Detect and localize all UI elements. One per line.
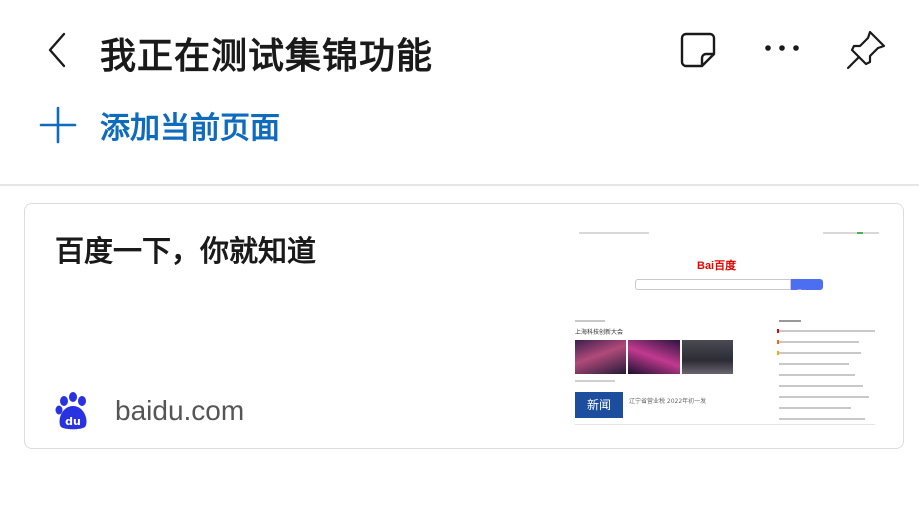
- thumbnail-news-photos: [575, 340, 733, 374]
- add-note-button[interactable]: [676, 28, 720, 72]
- sticky-note-icon: [680, 32, 716, 68]
- collection-title[interactable]: 我正在测试集锦功能: [100, 27, 433, 79]
- thumbnail-news-item: 辽宁省营业税 2022年初一发: [629, 398, 707, 405]
- plus-icon: [39, 106, 77, 144]
- add-current-page-label: 添加当前页面: [100, 111, 280, 146]
- card-domain: baidu.com: [115, 395, 245, 426]
- card-source: du baidu.com: [55, 392, 244, 430]
- thumbnail-news-tile: 新闻: [575, 392, 623, 418]
- collection-header: 我正在测试集锦功能: [0, 0, 919, 100]
- chevron-left-icon: [48, 32, 66, 68]
- svg-text:du: du: [65, 415, 81, 428]
- page-thumbnail: Bai百度 百度一下 上海科技创新大会 新闻 辽宁省营业税 2022年初一发: [573, 224, 885, 432]
- add-current-page-button[interactable]: 添加当前页面: [38, 103, 280, 147]
- thumbnail-search-button: 百度一下: [791, 279, 823, 296]
- card-title: 百度一下，你就知道: [55, 234, 317, 268]
- thumbnail-logo-text: Bai百度: [697, 260, 737, 272]
- pin-icon: [846, 30, 886, 70]
- thumbnail-logo: Bai百度: [697, 254, 761, 274]
- baidu-paw-icon: du: [55, 392, 87, 430]
- divider: [0, 184, 919, 186]
- back-button[interactable]: [40, 30, 76, 70]
- more-horizontal-icon: [765, 45, 799, 51]
- more-options-button[interactable]: [760, 28, 804, 72]
- pin-button[interactable]: [844, 28, 888, 72]
- thumbnail-headline: 上海科技创新大会: [575, 329, 624, 336]
- thumbnail-search-box: [635, 279, 791, 290]
- collection-card[interactable]: 百度一下，你就知道 du baidu.com Bai百度 百度一下 上海科技创新…: [24, 203, 904, 449]
